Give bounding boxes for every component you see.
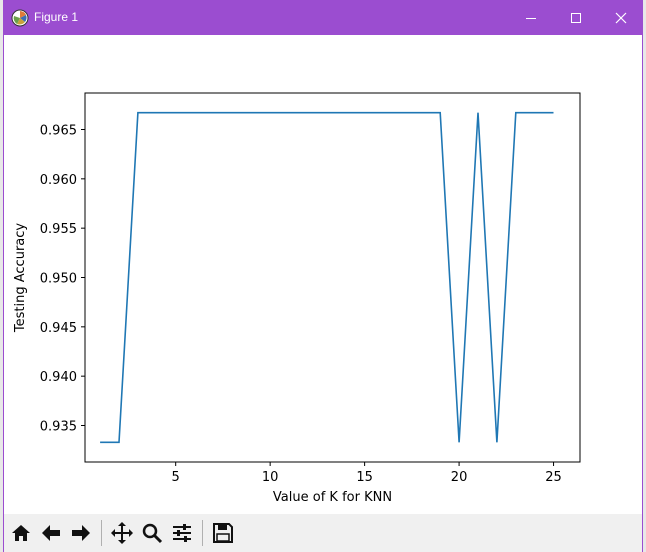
minimize-icon [525,17,536,19]
configure-subplots-button[interactable] [168,519,196,547]
figure-canvas[interactable]: 5 10 15 20 25 0.935 0.940 0.945 0.950 0.955 0.960… [4,35,642,514]
y-tick-label: 0.935 [40,419,77,434]
x-tick-label: 5 [172,470,180,485]
y-tick-label: 0.950 [40,272,77,287]
figure-window: Figure 1 5 10 15 20 25 0.935 0.940 0.945 0.950 0… [3,0,643,552]
magnifier-icon [142,523,163,544]
matplotlib-app-icon [11,9,29,27]
x-tick-label: 15 [356,470,373,485]
arrow-left-icon [42,525,60,541]
home-button[interactable] [7,519,35,547]
back-button[interactable] [37,519,65,547]
y-tick-label: 0.955 [40,222,77,237]
y-axis-label: Testing Accuracy [13,223,28,333]
forward-button[interactable] [67,519,95,547]
window-title: Figure 1 [34,10,79,24]
minimize-button[interactable] [508,0,553,35]
sliders-icon [173,524,191,542]
y-tick-label: 0.965 [40,124,77,139]
zoom-button[interactable] [138,519,166,547]
line-chart: 5 10 15 20 25 0.935 0.940 0.945 0.950 0.955 0.960… [13,92,581,505]
x-tick-label: 25 [545,470,562,485]
maximize-button[interactable] [553,0,598,35]
y-tick-label: 0.940 [40,370,77,385]
save-button[interactable] [209,519,237,547]
x-tick-label: 20 [451,470,468,485]
pan-button[interactable] [108,519,136,547]
floppy-icon [213,523,233,543]
move-icon [111,522,133,544]
toolbar-separator [202,520,203,546]
navigation-toolbar [4,514,642,552]
x-axis-label: Value of K for KNN [273,490,392,505]
arrow-right-icon [72,525,90,541]
home-icon [12,525,30,541]
x-tick-label: 10 [262,470,279,485]
maximize-icon [570,12,581,23]
y-tick-label: 0.960 [40,173,77,188]
close-button[interactable] [598,0,643,35]
toolbar-separator [101,520,102,546]
y-tick-label: 0.945 [40,321,77,336]
series-line [100,111,554,444]
title-bar[interactable]: Figure 1 [4,0,642,35]
close-icon [615,12,626,23]
